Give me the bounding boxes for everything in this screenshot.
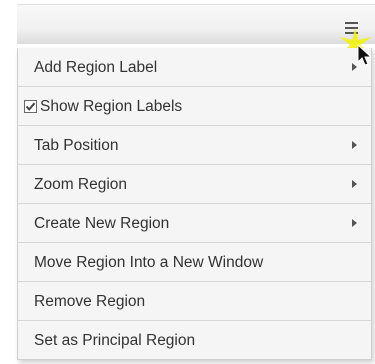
region-header-bar bbox=[17, 4, 375, 44]
hamburger-menu-icon bbox=[345, 22, 358, 34]
chevron-right-icon bbox=[352, 63, 357, 71]
screen: Add Region Label Show Region Labels Tab … bbox=[0, 0, 375, 364]
menu-item-remove-region[interactable]: Remove Region bbox=[18, 282, 371, 321]
menu-item-label: Add Region Label bbox=[34, 59, 158, 76]
chevron-right-icon bbox=[352, 219, 357, 227]
chevron-right-icon bbox=[352, 141, 357, 149]
menu-item-move-region-new-window[interactable]: Move Region Into a New Window bbox=[18, 243, 371, 282]
menu-item-label: Set as Principal Region bbox=[34, 332, 196, 349]
menu-item-zoom-region[interactable]: Zoom Region bbox=[18, 165, 371, 204]
menu-item-tab-position[interactable]: Tab Position bbox=[18, 126, 371, 165]
menu-item-label: Create New Region bbox=[34, 215, 170, 232]
chevron-right-icon bbox=[352, 180, 357, 188]
menu-item-show-region-labels[interactable]: Show Region Labels bbox=[18, 87, 371, 126]
menu-item-set-principal-region[interactable]: Set as Principal Region bbox=[18, 321, 371, 359]
menu-item-label: Tab Position bbox=[34, 137, 119, 154]
menu-item-add-region-label[interactable]: Add Region Label bbox=[18, 48, 371, 87]
menu-item-create-new-region[interactable]: Create New Region bbox=[18, 204, 371, 243]
menu-item-label: Show Region Labels bbox=[40, 98, 183, 115]
menu-item-label: Move Region Into a New Window bbox=[34, 254, 264, 271]
menu-item-label: Zoom Region bbox=[34, 176, 128, 193]
checkbox-checked-icon bbox=[24, 100, 37, 113]
region-context-menu: Add Region Label Show Region Labels Tab … bbox=[17, 48, 372, 360]
region-menu-button[interactable] bbox=[341, 18, 363, 40]
menu-item-label: Remove Region bbox=[34, 293, 146, 310]
